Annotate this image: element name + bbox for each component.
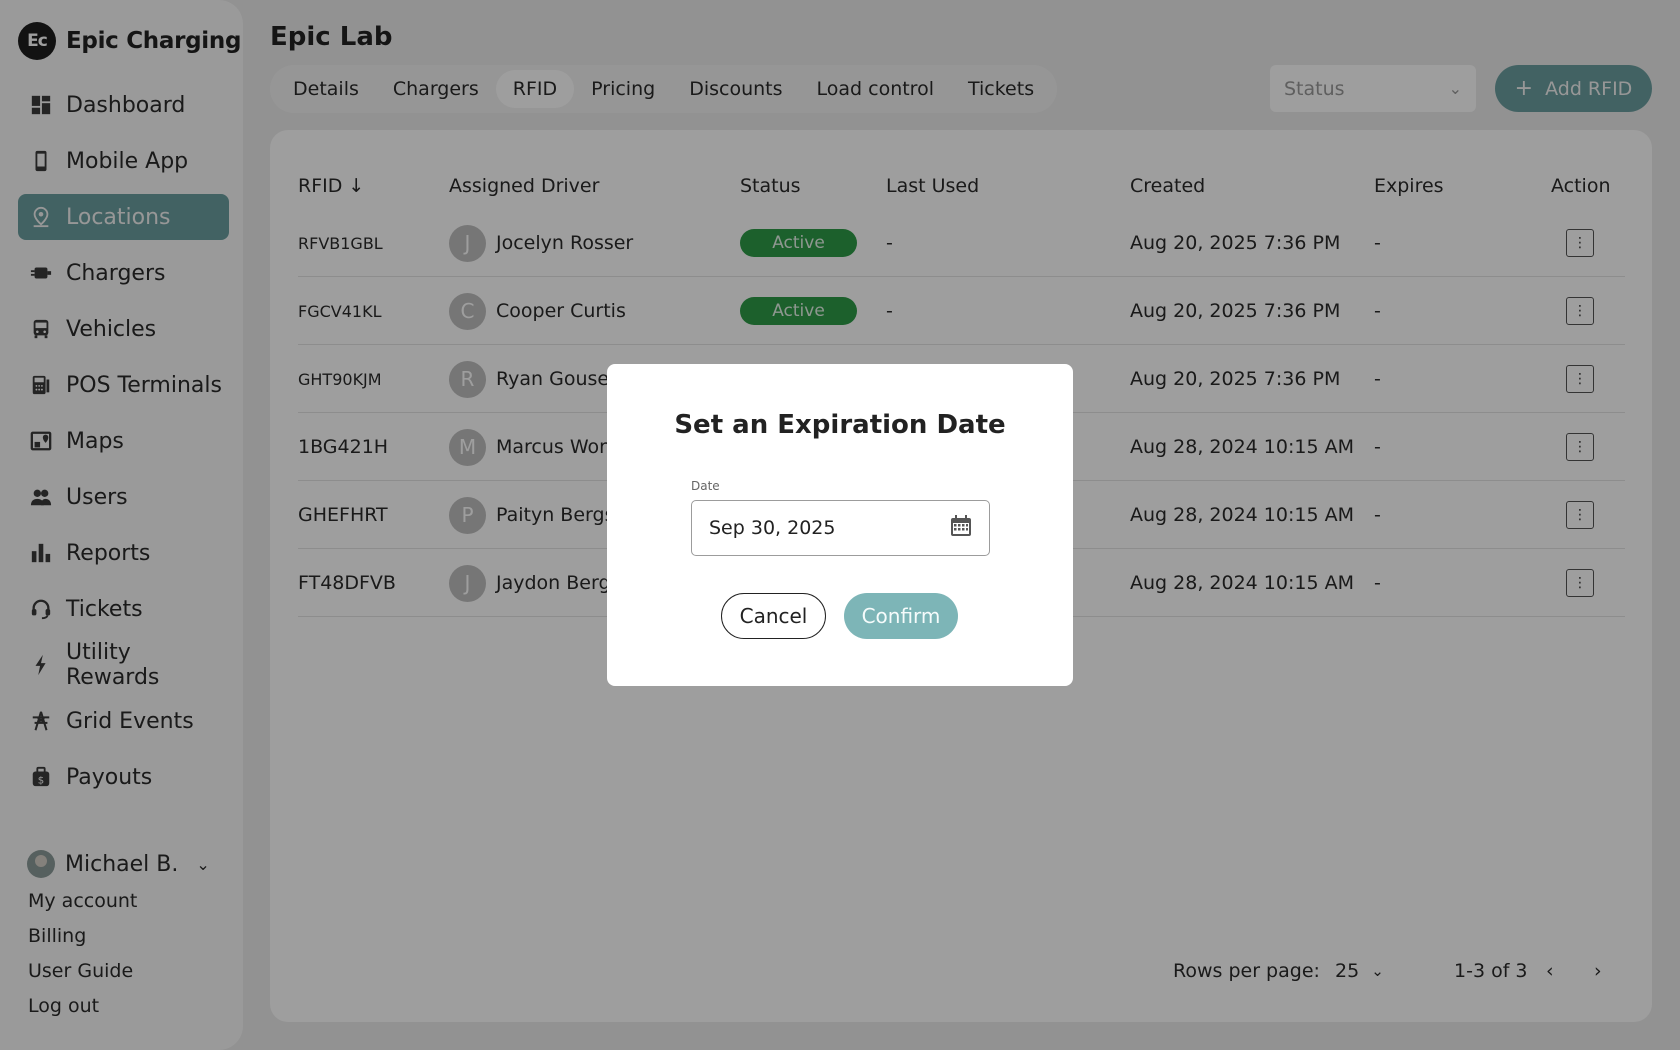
date-input[interactable]: Sep 30, 2025 [691,500,990,556]
cancel-button[interactable]: Cancel [721,593,826,639]
calendar-icon[interactable] [949,514,973,543]
expiration-date-dialog: Set an Expiration Date Date Sep 30, 2025… [607,364,1073,686]
dialog-title: Set an Expiration Date [674,410,1006,440]
date-value: Sep 30, 2025 [709,517,836,539]
date-field-label: Date [691,479,720,493]
confirm-button[interactable]: Confirm [844,593,958,639]
